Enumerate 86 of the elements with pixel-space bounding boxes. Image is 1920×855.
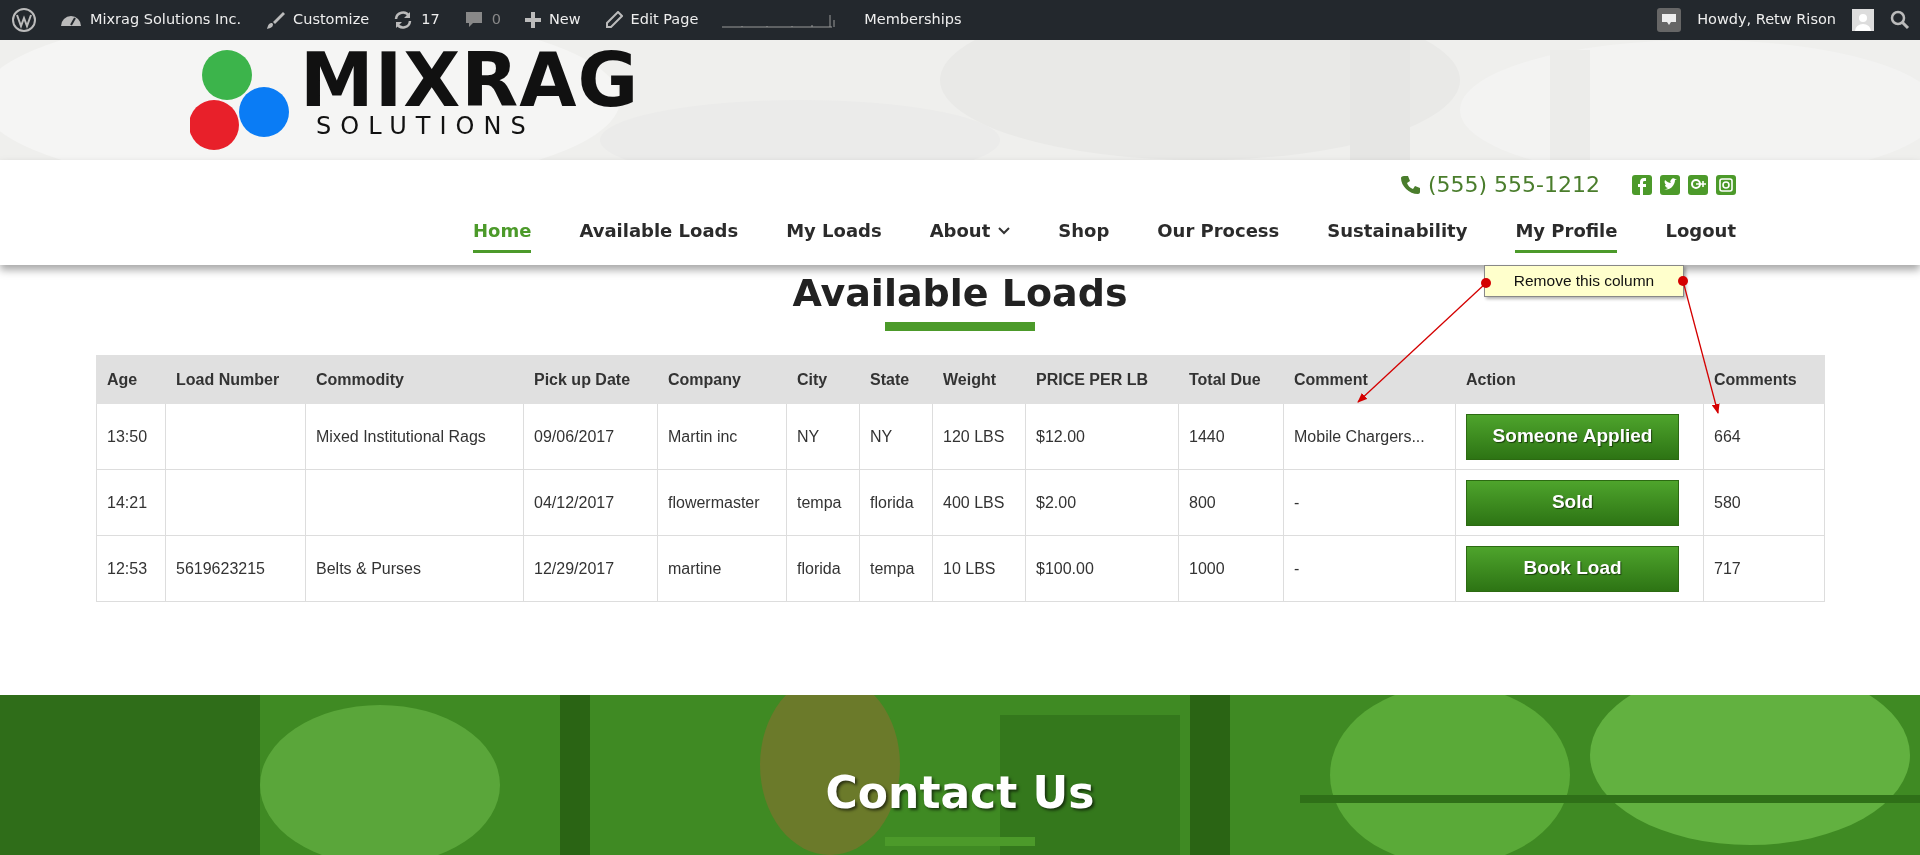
brush-link[interactable]: Customize: [293, 9, 370, 31]
pencil-link[interactable]: Edit Page: [630, 9, 699, 31]
table-cell: 1440: [1189, 427, 1225, 445]
column-header: Comment: [1283, 355, 1456, 404]
column-header: Pick up Date: [523, 355, 658, 404]
nav-link[interactable]: Home: [472, 217, 532, 253]
table-cell: 13:50: [107, 427, 148, 445]
nav-link[interactable]: Available Loads: [579, 217, 739, 253]
logo-tagline: SOLUTIONS: [316, 111, 536, 141]
pencil-icon[interactable]: [604, 11, 623, 29]
nav-link[interactable]: Sustainability: [1327, 217, 1468, 253]
update-count[interactable]: 17: [421, 9, 440, 31]
column-header: Company: [657, 355, 787, 404]
refresh-icon[interactable]: [393, 10, 414, 30]
table-cell: 09/06/2017: [534, 427, 615, 445]
table-cell: florida: [797, 559, 841, 577]
table-cell: Mixed Institutional Rags: [316, 427, 486, 445]
column-header: Weight: [932, 355, 1026, 404]
table-cell: 400 LBS: [943, 493, 1005, 511]
notification-icon[interactable]: [1657, 8, 1682, 32]
table-cell: Mobile Chargers...: [1294, 427, 1425, 445]
table-cell: 800: [1189, 493, 1216, 511]
table-cell: 120 LBS: [943, 427, 1005, 445]
table-cell: florida: [870, 493, 914, 511]
nav-link[interactable]: Our Process: [1157, 217, 1280, 253]
action-button[interactable]: Sold: [1466, 479, 1679, 526]
annotation-note: Remove this column: [1484, 265, 1684, 297]
table-cell: 580: [1714, 493, 1741, 511]
table-cell: $12.00: [1036, 427, 1085, 445]
table-cell: NY: [870, 427, 893, 445]
nav-link[interactable]: Logout: [1665, 217, 1736, 253]
table-cell: tempa: [797, 493, 842, 511]
facebook-icon[interactable]: [1632, 174, 1652, 195]
comment-icon[interactable]: [463, 10, 484, 30]
logo-name: MIXRAG: [300, 49, 640, 111]
table-cell: NY: [797, 427, 820, 445]
table-cell: martine: [668, 559, 722, 577]
column-header: PRICE PER LB: [1025, 355, 1179, 404]
table-cell: 5619623215: [176, 559, 265, 577]
table-cell: 664: [1714, 427, 1741, 445]
comment-count[interactable]: 0: [491, 9, 501, 31]
table-cell: Martin inc: [668, 427, 738, 445]
table-cell: 717: [1714, 559, 1741, 577]
phone-number: (555) 555-1212: [1427, 171, 1600, 199]
action-button[interactable]: Book Load: [1466, 545, 1679, 592]
menu-link[interactable]: Memberships: [864, 9, 962, 31]
action-button[interactable]: Someone Applied: [1466, 413, 1679, 460]
account-link[interactable]: Howdy, Retw Rison: [1697, 9, 1836, 31]
column-header: Commodity: [305, 355, 524, 404]
column-header: Total Due: [1178, 355, 1284, 404]
table-cell: 14:21: [107, 493, 148, 511]
wordpress-logo-icon[interactable]: [12, 8, 36, 32]
nav-link[interactable]: My Loads: [786, 217, 882, 253]
page-title: Available Loads: [792, 270, 1128, 316]
table-cell: 10 LBS: [943, 559, 996, 577]
column-header: City: [786, 355, 860, 404]
plus-icon[interactable]: [524, 12, 541, 28]
table-cell: $100.00: [1036, 559, 1094, 577]
instagram-icon[interactable]: [1716, 174, 1736, 195]
table-cell: 04/12/2017: [534, 493, 615, 511]
brush-icon[interactable]: [265, 10, 286, 30]
logo-circles-icon: [190, 49, 290, 151]
table-cell: $2.00: [1036, 493, 1077, 511]
search-icon[interactable]: [1890, 10, 1910, 30]
column-header: Comments: [1703, 355, 1825, 404]
plus-link[interactable]: New: [548, 9, 581, 31]
column-header: Age: [96, 355, 166, 404]
table-cell: flowermaster: [668, 493, 760, 511]
site-name-link[interactable]: Mixrag Solutions Inc.: [90, 9, 242, 31]
google-plus-icon[interactable]: [1688, 174, 1708, 195]
section-heading: Contact Us: [825, 767, 1095, 820]
table-cell: -: [1294, 559, 1300, 577]
table-cell: Belts & Purses: [316, 559, 421, 577]
column-header: Load Number: [165, 355, 306, 404]
nav-link[interactable]: My Profile: [1515, 217, 1618, 253]
column-header: State: [859, 355, 933, 404]
twitter-icon[interactable]: [1660, 174, 1680, 195]
nav-link[interactable]: Shop: [1058, 217, 1110, 253]
table-cell: 1000: [1189, 559, 1225, 577]
table-cell: 12/29/2017: [534, 559, 615, 577]
column-header: Action: [1455, 355, 1704, 404]
table-cell: tempa: [870, 559, 915, 577]
table-cell: 12:53: [107, 559, 148, 577]
phone-icon: [1399, 174, 1420, 195]
nav-link[interactable]: About: [929, 217, 1011, 253]
table-cell: -: [1294, 493, 1300, 511]
